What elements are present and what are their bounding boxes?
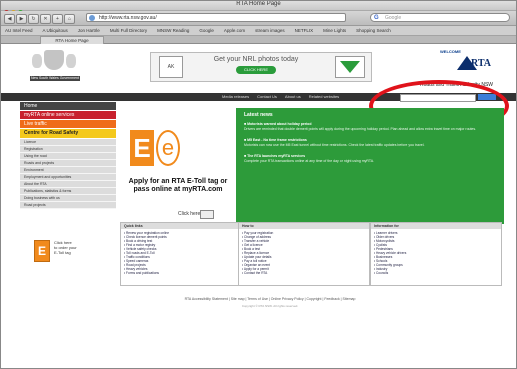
nsw-government-crest[interactable]: New South Wales Government	[30, 48, 80, 84]
sidebar-item-home[interactable]: Home	[20, 102, 116, 110]
url-field[interactable]: http://www.rta.nsw.gov.au/	[86, 13, 346, 22]
sidebar-item-road-safety[interactable]: Centre for Road Safety	[20, 129, 116, 138]
bookmark-item[interactable]: Google	[199, 28, 214, 33]
footer-copyright: Copyright © RTA NSW. All rights reserved…	[241, 304, 299, 308]
add-bookmark-icon[interactable]: +	[52, 14, 63, 24]
link-box-list: • Renew your registration online • Check …	[121, 229, 251, 277]
nav-link[interactable]: About us	[285, 94, 301, 99]
globe-icon	[89, 15, 95, 21]
nav-link[interactable]: Related websites	[309, 94, 339, 99]
sidebar-item[interactable]: Employment and opportunities	[20, 174, 116, 181]
etoll-side-ad[interactable]: E Click here to order your E-Toll tag	[32, 238, 102, 268]
stop-icon[interactable]: ✕	[40, 14, 51, 24]
tab-rta-home[interactable]: RTA Home Page	[40, 36, 104, 44]
reload-icon[interactable]: ↻	[28, 14, 39, 24]
sidebar-list: Licence Registration Using the road Roads a…	[20, 139, 116, 209]
news-item[interactable]: ■ The RTA launches myRTA services Complet…	[244, 154, 494, 163]
promo-click-button[interactable]	[200, 210, 214, 219]
sidebar-item[interactable]: About the RTA	[20, 181, 116, 188]
banner-content: Get your NRL photos today CLICK HERE	[191, 56, 321, 74]
left-sidebar: Home myRTA online services Live traffic …	[20, 102, 116, 312]
link-box: Quick links • Renew your registration onl…	[120, 222, 252, 286]
nav-link[interactable]: Contact Us	[257, 94, 277, 99]
url-text: http://www.rta.nsw.gov.au/	[99, 15, 157, 21]
rta-logo[interactable]: RTA	[455, 56, 501, 76]
bookmarks-bar: AU Intel Feed A Ubiquitous Jon Hartrle Mult…	[0, 26, 517, 36]
news-headline[interactable]: ■ The RTA launches myRTA services	[244, 154, 305, 158]
bookmark-item[interactable]: MNSW Reading	[157, 28, 189, 33]
bookmark-item[interactable]: Mine Lights	[323, 28, 346, 33]
nrl-logo-icon	[335, 56, 365, 78]
news-list: ■ Motorists warned about holiday period D…	[244, 122, 494, 170]
bookmark-item[interactable]: AU Intel Feed	[5, 28, 33, 33]
sidebar-item[interactable]: Licence	[20, 139, 116, 146]
screenshot: RTA Home Page ◀ ▶ ↻ ✕ + ⌂ http://www.rta…	[0, 0, 517, 369]
news-body: Complete your RTA transactions online at…	[244, 158, 375, 163]
news-item[interactable]: ■ Motorists warned about holiday period D…	[244, 122, 494, 131]
sidebar-item[interactable]: Publications, statistics & forms	[20, 188, 116, 195]
sidebar-item[interactable]: Using the road	[20, 153, 116, 160]
gov-label: New South Wales Government	[30, 76, 80, 81]
crest-supporter-right	[66, 54, 76, 68]
bookmark-item[interactable]: Multi Full Directory	[110, 28, 147, 33]
link-box-item[interactable]: • Forms and publications	[124, 271, 248, 275]
promo-click-text: Click here	[178, 211, 201, 217]
web-page: New South Wales Government AK Get your N…	[0, 44, 517, 369]
news-headline[interactable]: ■ Motorists warned about holiday period	[244, 122, 311, 126]
sidebar-item[interactable]: Environment	[20, 167, 116, 174]
bookmark-item[interactable]: Shopping Search	[356, 28, 391, 33]
nrl-photos-banner[interactable]: AK Get your NRL photos today CLICK HERE	[150, 52, 372, 82]
bookmark-item[interactable]: Apple.com	[224, 28, 245, 33]
news-body: Drivers are reminded that double demerit…	[244, 126, 477, 131]
latest-news-title: Latest news	[244, 112, 273, 118]
link-box: How to • Pay your registration • Change of…	[238, 222, 370, 286]
home-icon[interactable]: ⌂	[64, 14, 75, 24]
link-box-item[interactable]: • Councils	[374, 271, 498, 275]
crest-supporter-left	[32, 54, 42, 68]
sidebar-item[interactable]: Road projects	[20, 202, 116, 209]
bookmark-item[interactable]: A Ubiquitous	[43, 28, 68, 33]
back-icon[interactable]: ◀	[4, 14, 15, 24]
link-box-list: • Learner drivers • Older drivers • Motorc…	[371, 229, 501, 277]
top-nav-links: Media releases Contact Us About us Related …	[222, 93, 347, 101]
sidebar-item[interactable]: Doing business with us	[20, 195, 116, 202]
sidebar-item[interactable]: Registration	[20, 146, 116, 153]
etoll-icon: E	[34, 240, 50, 262]
banner-badge: AK	[159, 56, 183, 78]
promo-headline: Apply for an RTA E-Toll tag or pass onli…	[128, 178, 228, 193]
forward-icon[interactable]: ▶	[16, 14, 27, 24]
welcome-label: WELCOME	[440, 49, 461, 54]
banner-button[interactable]: CLICK HERE	[236, 66, 276, 74]
etoll-promo[interactable]: E e Apply for an RTA E-Toll tag or pass …	[120, 126, 235, 221]
latest-news-panel: Latest news ■ Motorists warned about hol…	[236, 108, 504, 224]
bookmark-item[interactable]: Jon Hartrle	[78, 28, 100, 33]
google-icon: G	[374, 15, 379, 21]
news-item[interactable]: ■ M5 East - No time frame restrictions Mo…	[244, 138, 494, 147]
rta-logo-text: RTA	[471, 58, 492, 69]
crest-shield-icon	[44, 50, 64, 70]
sidebar-item[interactable]: Roads and projects	[20, 160, 116, 167]
browser-toolbar: ◀ ▶ ↻ ✕ + ⌂ http://www.rta.nsw.gov.au/ G…	[0, 11, 517, 26]
nav-link[interactable]: Media releases	[222, 94, 249, 99]
link-box-list: • Pay your registration • Change of addre…	[239, 229, 369, 277]
sidebar-item-myrta[interactable]: myRTA online services	[20, 111, 116, 119]
window-titlebar: RTA Home Page	[0, 0, 517, 15]
sidebar-item-live-traffic[interactable]: Live traffic	[20, 120, 116, 128]
etoll-ad-line: E-Toll tag	[54, 250, 71, 255]
banner-text: Get your NRL photos today	[213, 56, 299, 63]
footer-links[interactable]: RTA Accessibility Statement | Site map |…	[120, 297, 420, 301]
tab-bar: RTA Home Page	[0, 36, 517, 44]
etoll-ad-text: Click here to order your E-Toll tag	[54, 240, 77, 255]
etoll-logo-icon: E	[130, 130, 154, 166]
bookmark-item[interactable]: stream images	[255, 28, 285, 33]
search-field[interactable]: G Google	[370, 13, 510, 22]
search-placeholder: Google	[385, 15, 402, 21]
etoll-logo-e-icon: e	[156, 130, 180, 166]
bookmark-item[interactable]: NETFLIX	[295, 28, 314, 33]
link-box: Information for • Learner drivers • Older …	[370, 222, 502, 286]
news-body: Motorists can now use the M5 East tunnel…	[244, 142, 425, 147]
news-headline[interactable]: ■ M5 East - No time frame restrictions	[244, 138, 307, 142]
window-title: RTA Home Page	[236, 1, 281, 7]
link-box-item[interactable]: • Contact the RTA	[242, 271, 366, 275]
